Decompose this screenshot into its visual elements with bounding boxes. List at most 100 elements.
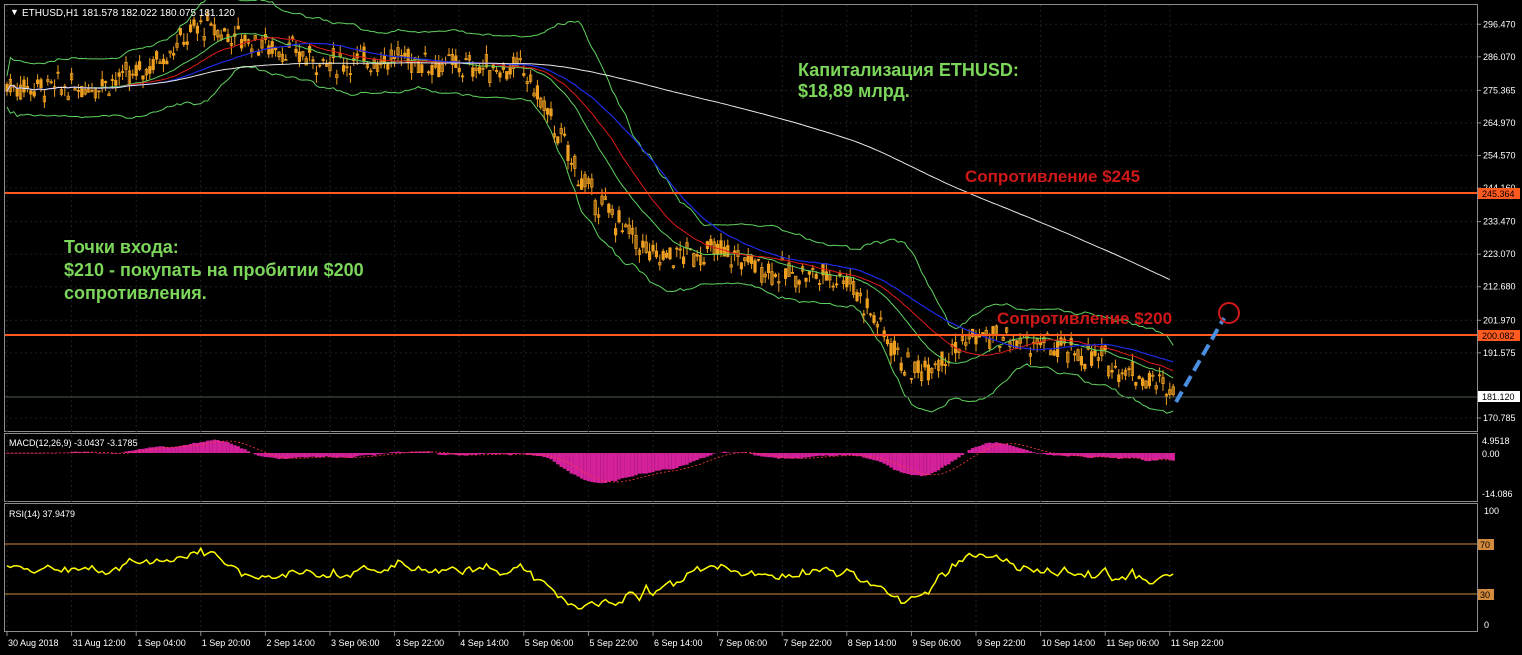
macd-bar [1106,453,1111,458]
macd-bar [709,453,713,456]
macd-bar [1096,453,1101,457]
collapse-arrow-icon[interactable]: ▼ [10,7,19,17]
macd-bar [1004,443,1009,453]
macd-bar [379,453,383,455]
macd-bar [321,453,325,458]
candle-body [1110,369,1114,373]
macd-bar [590,453,594,482]
entry-title: Точки входа: [64,237,179,257]
macd-bar [205,440,210,453]
macd-bar [651,453,655,473]
grid [5,5,1477,631]
time-axis[interactable]: 30 Aug 2018 31 Aug 12:00 1 Sep 04:00 1 Sep … [6,631,1224,648]
trading-chart[interactable]: ▼ ETHUSD,H1 181.578 182.022 180.075 181.… [0,0,1522,655]
candle-body [39,79,43,89]
candle-body [460,75,465,78]
macd-bar [467,453,472,455]
level-200-label: 200.082 [1482,331,1515,341]
macd-bar [301,453,305,458]
macd-bar [641,453,645,474]
macd-bar [311,453,315,457]
time-tick-label: 7 Sep 06:00 [719,638,768,648]
macd-bar [188,443,193,453]
candle-body [117,72,121,77]
macd-bar [681,453,686,466]
candle-body [151,59,155,71]
candle-body [437,62,441,78]
candle-body [716,243,720,255]
macd-bar [1011,446,1016,453]
macd-bar [685,453,689,465]
candle-body [614,228,618,236]
candle-body [865,298,869,309]
macd-bar [977,446,982,453]
macd-bar [488,453,492,454]
candle-body [661,250,665,260]
candle-body [256,51,261,56]
candle-body [773,274,778,277]
macd-bar [698,453,703,459]
ohlc-label: 181.578 182.022 180.075 181.120 [82,8,235,19]
candle-body [457,67,461,73]
macd-bar [834,453,839,456]
bollinger-lower [6,65,1174,414]
time-tick-label: 6 Sep 14:00 [654,638,703,648]
candle-body [199,20,203,23]
candle-body [756,258,761,261]
macd-bar [831,453,835,456]
macd-bar [1001,443,1005,453]
macd-bar [165,447,169,453]
macd-bar [151,447,155,453]
macd-bar [668,453,672,470]
macd-bar [889,453,893,468]
candle-body [862,313,866,316]
forecast-line [1174,317,1226,403]
candle-body [148,66,152,74]
price-tick-label: 212.680 [1483,282,1516,292]
rsi-tick-100: 100 [1484,506,1499,516]
candle-body [406,48,410,63]
macd-bar [617,453,621,480]
macd-bar [804,453,808,458]
macd-bar [630,453,635,477]
macd-bar [1144,453,1148,462]
symbol-label: ETHUSD,H1 [22,8,79,19]
price-axis[interactable]: 296.470286.070275.365264.970254.570244.1… [1477,19,1516,423]
macd-bar [896,453,900,471]
macd-bar [158,446,162,453]
macd-bar [838,453,842,456]
rsi-label: RSI(14) 37.9479 [9,509,75,519]
macd-bar [794,453,798,459]
macd-bar [658,453,662,471]
candle-body [294,48,298,53]
macd-bar [637,453,642,474]
macd-bar [800,453,805,458]
macd-bar [318,453,322,458]
macd-bar [1049,453,1053,455]
candle-body [804,277,808,282]
chart-canvas[interactable]: ▼ ETHUSD,H1 181.578 182.022 180.075 181.… [0,0,1522,655]
macd-bar [314,453,319,458]
macd-bar [811,453,815,457]
macd-bar [573,453,577,475]
candle-body [784,268,788,279]
macd-bar [906,453,910,475]
macd-bar [579,453,584,479]
candle-body [746,255,750,263]
candle-body [620,230,625,233]
macd-bar [195,442,200,453]
macd-bar [695,453,699,461]
candle-body [974,335,978,345]
candle-body [430,64,434,75]
macd-bar [256,453,261,456]
macd-bar [1021,449,1026,453]
macd-bar [280,453,285,459]
macd-bar [1164,453,1169,460]
candle-body [505,71,509,80]
macd-bar [933,453,937,472]
macd-bar [355,453,359,457]
macd-bar [916,453,920,476]
candle-body [739,262,744,270]
macd-bar [192,442,196,453]
candle-body [134,64,138,77]
